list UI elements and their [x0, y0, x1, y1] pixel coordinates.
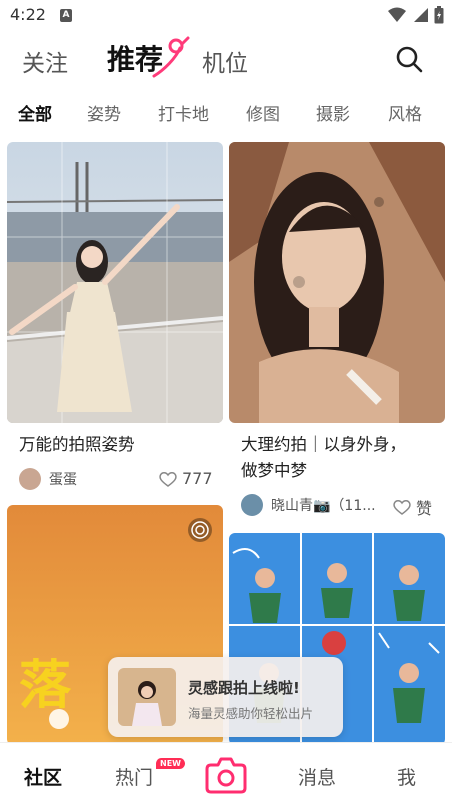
toast-subtitle: 海量灵感助你轻松出片 — [188, 706, 314, 721]
author-name: 蛋蛋 — [49, 472, 77, 488]
avatar — [241, 494, 263, 516]
toast-title: 灵感跟拍上线啦! — [188, 679, 300, 697]
card-overlay-text: 落 — [19, 656, 72, 716]
status-icons — [388, 6, 444, 24]
bottom-nav: 社区 热门 NEW 消息 我 — [0, 742, 452, 805]
new-badge: NEW — [156, 758, 185, 769]
feed-card[interactable]: 万能的拍照姿势 蛋蛋 777 — [7, 142, 223, 497]
status-time: 4:22 — [10, 5, 46, 24]
card-title-line: 大理约拍｜以身外身， — [241, 435, 406, 454]
nav-community[interactable]: 社区 — [24, 763, 62, 790]
card-image[interactable] — [7, 142, 223, 423]
top-nav: 关注 推荐 机位 — [0, 36, 452, 86]
heart-icon — [159, 471, 177, 487]
category-checkin[interactable]: 打卡地 — [158, 100, 209, 125]
tab-position[interactable]: 机位 — [202, 44, 248, 78]
battery-icon — [434, 6, 444, 24]
tab-follow[interactable]: 关注 — [22, 44, 68, 78]
active-tab-swoosh-icon — [152, 36, 190, 78]
category-pose[interactable]: 姿势 — [87, 100, 121, 125]
camera-icon[interactable] — [205, 756, 247, 794]
category-all[interactable]: 全部 — [18, 100, 52, 125]
notification-icon: A — [60, 9, 72, 22]
search-icon[interactable] — [394, 44, 424, 74]
card-title-line: 做梦中梦 — [241, 461, 307, 480]
like-button[interactable]: 777 — [159, 469, 213, 488]
feature-toast[interactable]: 灵感跟拍上线啦! 海量灵感助你轻松出片 — [108, 657, 343, 737]
category-bar: 全部 姿势 打卡地 修图 摄影 风格 — [0, 96, 452, 128]
author-name: 晓山青📷（11... — [271, 498, 376, 514]
card-title: 万能的拍照姿势 — [19, 435, 135, 454]
like-count: 赞 — [416, 499, 433, 518]
card-author[interactable]: 蛋蛋 — [19, 468, 77, 490]
category-photography[interactable]: 摄影 — [316, 100, 350, 125]
toast-thumbnail — [118, 668, 176, 726]
like-count: 777 — [182, 469, 213, 488]
nav-me[interactable]: 我 — [397, 763, 416, 790]
category-style[interactable]: 风格 — [388, 100, 422, 125]
nav-hot[interactable]: 热门 — [115, 763, 153, 790]
feed-card[interactable]: 大理约拍｜以身外身， 做梦中梦 晓山青📷（11... 赞 — [229, 142, 445, 522]
nav-messages[interactable]: 消息 — [298, 763, 336, 790]
wifi-icon — [388, 7, 406, 22]
card-author[interactable]: 晓山青📷（11... — [241, 494, 376, 516]
like-button[interactable]: 赞 — [393, 495, 432, 519]
heart-icon — [393, 500, 411, 515]
category-retouch[interactable]: 修图 — [246, 100, 280, 125]
card-image[interactable] — [229, 142, 445, 423]
card-title: 大理约拍｜以身外身， 做梦中梦 — [241, 432, 441, 484]
status-bar: 4:22 A — [0, 0, 452, 32]
avatar — [19, 468, 41, 490]
live-photo-icon — [188, 518, 212, 542]
signal-icon — [414, 8, 428, 22]
